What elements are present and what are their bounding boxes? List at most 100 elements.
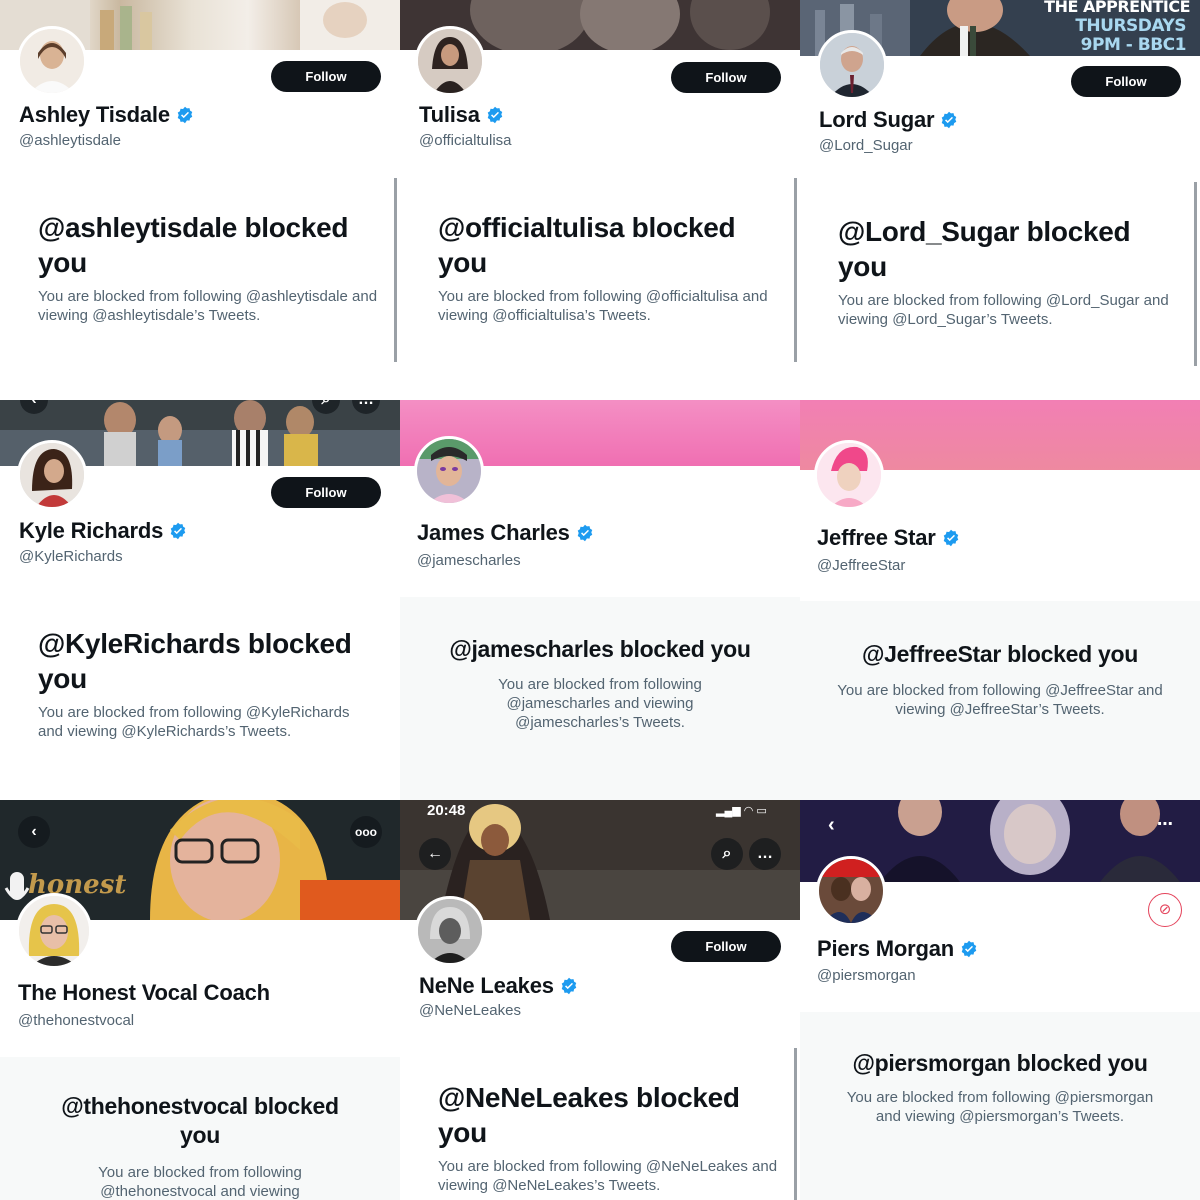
verified-badge-icon — [561, 977, 577, 995]
display-name: Lord Sugar — [819, 107, 935, 132]
blocked-section: @piersmorgan blocked you You are blocked… — [800, 1012, 1200, 1200]
profile-panel-honest-vocal-coach: honest ‹ ooo The Honest Vocal Coach @the… — [0, 800, 400, 1200]
display-name: Piers Morgan — [817, 936, 954, 961]
avatar-photo — [418, 899, 482, 963]
banner-title: THE APPRENTICE — [1044, 0, 1190, 16]
profile-panel-ashley-tisdale: Follow Ashley Tisdale @ashleytisdale @as… — [0, 0, 400, 400]
follow-button[interactable]: Follow — [271, 61, 381, 92]
verified-badge-icon — [943, 529, 958, 547]
blocked-section: @jamescharles blocked you You are blocke… — [400, 597, 800, 800]
display-name: Tulisa — [419, 102, 480, 127]
follow-button[interactable]: Follow — [671, 931, 781, 962]
blocked-description: You are blocked from following @NeNeLeak… — [438, 1158, 778, 1194]
blocked-title: @ashleytisdale blocked you — [38, 212, 349, 278]
handle: @JeffreeStar — [817, 557, 906, 574]
back-arrow-icon[interactable]: ‹ — [18, 816, 50, 848]
blocked-title: @officialtulisa blocked you — [438, 212, 736, 278]
profile-panel-jeffree-star: Jeffree Star @JeffreeStar @JeffreeStar b… — [800, 400, 1200, 800]
name-row: The Honest Vocal Coach — [18, 980, 270, 1006]
more-options-icon[interactable]: … — [749, 838, 781, 870]
display-name: Ashley Tisdale — [19, 102, 170, 127]
profile-panel-tulisa: Follow Tulisa @officialtulisa @officialt… — [400, 0, 800, 400]
avatar-photo — [20, 29, 84, 93]
handle: @thehonestvocal — [18, 1012, 135, 1029]
avatar[interactable] — [817, 30, 887, 100]
blocked-description: You are blocked from following @JeffreeS… — [837, 682, 1163, 718]
scrollbar[interactable] — [794, 1048, 797, 1200]
blocked-title: @JeffreeStar blocked you — [862, 641, 1138, 667]
avatar[interactable] — [414, 436, 484, 506]
avatar[interactable] — [415, 26, 485, 96]
avatar[interactable] — [17, 26, 87, 96]
display-name: Kyle Richards — [19, 518, 164, 543]
handle: @jamescharles — [417, 552, 521, 569]
display-name: Jeffree Star — [817, 525, 936, 550]
verified-badge-icon — [177, 106, 193, 124]
banner-time: 9PM - BBC1 — [1080, 35, 1187, 55]
name-row: Jeffree Star — [817, 525, 960, 551]
avatar[interactable] — [16, 893, 92, 969]
blocked-description: You are blocked from following @official… — [438, 288, 768, 324]
scrollbar[interactable] — [394, 178, 397, 362]
handle: @Lord_Sugar — [819, 137, 913, 154]
status-time: 20:48 — [427, 802, 466, 819]
name-row: Kyle Richards — [19, 518, 187, 544]
blocked-title: @NeNeLeakes blocked you — [438, 1082, 740, 1148]
blocked-title: @jamescharles blocked you — [449, 636, 751, 662]
verified-badge-icon — [170, 522, 186, 540]
follow-button[interactable]: Follow — [271, 477, 381, 508]
blocked-section: @thehonestvocal blocked you You are bloc… — [0, 1057, 400, 1200]
avatar[interactable] — [415, 896, 485, 966]
avatar-photo — [417, 439, 481, 503]
more-options-icon[interactable]: ⋯ — [1157, 814, 1173, 834]
display-name: NeNe Leakes — [419, 973, 554, 998]
scrollbar[interactable] — [794, 178, 797, 362]
blocked-section: @JeffreeStar blocked you You are blocked… — [800, 601, 1200, 800]
profile-panel-james-charles: James Charles @jamescharles @jamescharle… — [400, 400, 800, 800]
avatar-photo — [819, 859, 883, 923]
avatar-photo — [20, 443, 84, 507]
muted-notifications-icon[interactable]: ⊘ — [1148, 893, 1182, 927]
name-row: Ashley Tisdale — [19, 102, 194, 128]
back-arrow-icon[interactable]: ← — [419, 838, 451, 870]
blocked-description: You are blocked from following @piersmor… — [846, 1089, 1154, 1125]
search-icon[interactable]: ⌕ — [711, 838, 743, 870]
avatar[interactable] — [814, 440, 884, 510]
avatar-photo — [418, 29, 482, 93]
blocked-description: You are blocked from following @thehones… — [98, 1164, 302, 1200]
avatar-photo — [19, 896, 89, 966]
blocked-title: @KyleRichards blocked you — [38, 628, 352, 694]
profile-panel-kyle-richards: ‹ ⌕ … Follow Kyle Richards @KyleRichards… — [0, 400, 400, 800]
blocked-description: You are blocked from following @KyleRich… — [38, 704, 350, 740]
avatar[interactable] — [17, 440, 87, 510]
banner-day: THURSDAYS — [1075, 16, 1186, 36]
display-name: The Honest Vocal Coach — [18, 980, 270, 1005]
name-row: James Charles — [417, 520, 594, 546]
blocked-description: You are blocked from following @ashleyti… — [38, 288, 378, 324]
display-name: James Charles — [417, 520, 570, 545]
follow-button[interactable]: Follow — [671, 62, 781, 93]
name-row: Piers Morgan — [817, 936, 978, 962]
blocked-title: @Lord_Sugar blocked you — [838, 216, 1131, 282]
avatar-photo — [820, 33, 884, 97]
profile-panel-piers-morgan: ‹ ⋯ ⊘ Piers Morgan @piersmorgan @piersmo… — [800, 800, 1200, 1200]
verified-badge-icon — [487, 106, 503, 124]
more-options-icon[interactable]: ooo — [350, 816, 382, 848]
blocked-title: @thehonestvocal blocked you — [61, 1093, 339, 1148]
handle: @KyleRichards — [19, 548, 123, 565]
profile-panel-nene-leakes: 20:48 ▂▄▆ ◠ ▭ ← ⌕ … Follow NeNe Leakes @… — [400, 800, 800, 1200]
verified-badge-icon — [577, 524, 593, 542]
name-row: NeNe Leakes — [419, 973, 578, 999]
name-row: Tulisa — [419, 102, 504, 128]
handle: @officialtulisa — [419, 132, 512, 149]
avatar[interactable] — [816, 856, 886, 926]
handle: @NeNeLeakes — [419, 1002, 521, 1019]
name-row: Lord Sugar — [819, 107, 958, 133]
follow-button[interactable]: Follow — [1071, 66, 1181, 97]
scrollbar[interactable] — [1194, 182, 1197, 366]
handle: @ashleytisdale — [19, 132, 121, 149]
handle: @piersmorgan — [817, 967, 916, 984]
back-arrow-icon[interactable]: ‹ — [828, 814, 835, 837]
verified-badge-icon — [942, 111, 957, 129]
verified-badge-icon — [961, 940, 977, 958]
